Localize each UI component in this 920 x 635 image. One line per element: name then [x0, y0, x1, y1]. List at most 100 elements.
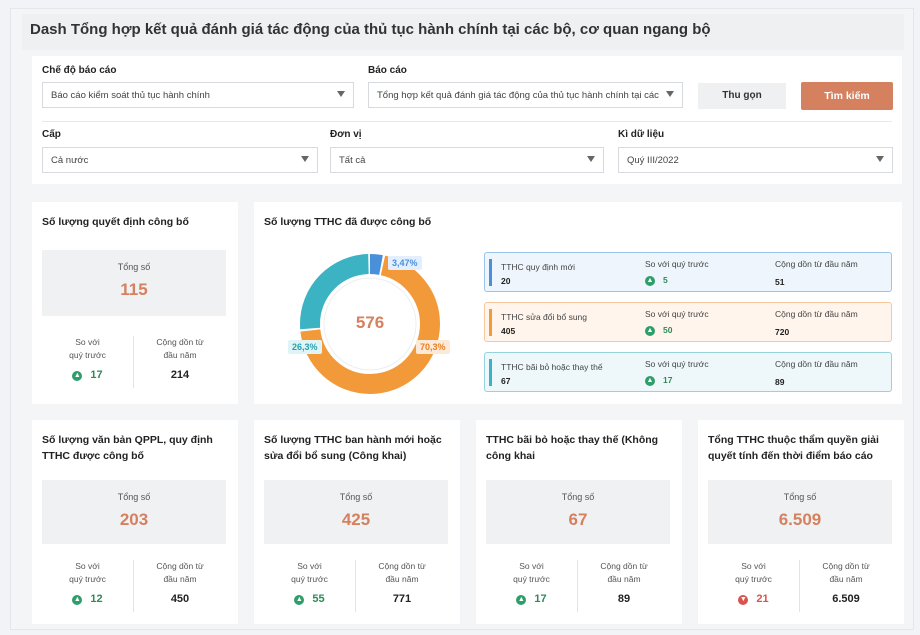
- legend-color-bar: [489, 309, 492, 336]
- cumulative-label: Cộng dồn từ: [378, 561, 426, 571]
- cumulative-stat: Cộng dồn từ đầu năm 89: [578, 560, 670, 612]
- donut-label-removed: 26,3%: [288, 340, 322, 354]
- search-button[interactable]: Tìm kiếm: [801, 82, 893, 110]
- legend-row-value: 67: [501, 376, 511, 386]
- cumulative-stat: Cộng dồn từ đầu năm 6.509: [800, 560, 892, 612]
- cumulative-stat: Cộng dồn từ đầu năm 450: [134, 560, 226, 612]
- report-mode-select[interactable]: Báo cáo kiểm soát thủ tục hành chính: [42, 82, 354, 108]
- summary-card-title-line2: TTHC được công bố: [42, 450, 144, 462]
- arrow-up-icon: ▲: [645, 376, 655, 386]
- cumulative-label-line2: đầu năm: [607, 574, 641, 584]
- summary-stats: So với quý trước ▲ 55 Cộng dồn từ đầu năm 771: [264, 560, 448, 612]
- total-value: 425: [341, 510, 371, 529]
- summary-total-box: Tổng số 425: [264, 480, 448, 544]
- summary-card-title: Tổng TTHC thuộc thẩm quyền giải quyết tín…: [708, 432, 879, 464]
- total-label: Tổng số: [117, 262, 151, 272]
- summary-card-title-line1: Số lượng văn bản QPPL, quy định: [42, 434, 213, 446]
- cumulative-label: Cộng dồn từ: [600, 561, 648, 571]
- tthc-card-title: Số lượng TTHC đã được công bố: [264, 216, 432, 228]
- report-mode-value: Báo cáo kiểm soát thủ tục hành chính: [51, 90, 210, 101]
- chevron-down-icon: [337, 91, 345, 97]
- donut-center-total: 576: [355, 313, 385, 332]
- decisions-card-title: Số lượng quyết định công bố: [42, 216, 189, 228]
- summary-stats: So với quý trước ▲ 12 Cộng dồn từ đầu năm 450: [42, 560, 226, 612]
- compare-label-line2: quý trước: [291, 574, 328, 584]
- compare-label: So với: [75, 561, 100, 571]
- summary-card-title: TTHC bãi bỏ hoặc thay thế (Không công kha…: [486, 432, 658, 464]
- summary-card-title: Số lượng văn bản QPPL, quy định TTHC được…: [42, 432, 213, 464]
- total-label: Tổng số: [783, 492, 817, 502]
- arrow-up-icon: ▲: [72, 371, 83, 381]
- report-select[interactable]: Tổng hợp kết quả đánh giá tác động của t…: [368, 82, 683, 108]
- cumulative-value: 6.509: [832, 593, 860, 605]
- cumulative-label-line2: đầu năm: [163, 574, 197, 584]
- unit-value: Tất cả: [339, 155, 366, 166]
- tthc-donut-chart: 576 3,47% 70,3% 26,3%: [282, 248, 458, 400]
- summary-card: Số lượng văn bản QPPL, quy định TTHC được…: [32, 420, 238, 624]
- cumulative-stat: Cộng dồn từ đầu năm 214: [134, 336, 226, 388]
- legend-row-cum: 89: [775, 377, 785, 387]
- cumulative-label: Cộng dồn từ: [156, 337, 204, 347]
- legend-row-name: TTHC sửa đổi bổ sung: [501, 312, 588, 322]
- total-label: Tổng số: [561, 492, 595, 502]
- summary-stats: So với quý trước ▲ 17 Cộng dồn từ đầu năm 89: [486, 560, 670, 612]
- period-label: Kì dữ liệu: [618, 129, 665, 140]
- arrow-up-icon: ▲: [72, 595, 83, 605]
- level-value: Cả nước: [51, 155, 89, 166]
- summary-card-title-line1: Số lượng TTHC ban hành mới hoặc: [264, 434, 442, 446]
- tthc-legend-row: TTHC bãi bỏ hoặc thay thế 67 So với quý tr…: [484, 352, 892, 392]
- level-select[interactable]: Cả nước: [42, 147, 318, 173]
- compare-stat: So với quý trước ▼ 21: [708, 560, 800, 612]
- cumulative-value: 771: [392, 593, 412, 605]
- total-value: 115: [120, 280, 148, 299]
- legend-row-compare-label: So với quý trước: [645, 309, 709, 319]
- summary-card: Tổng TTHC thuộc thẩm quyền giải quyết tín…: [698, 420, 904, 624]
- donut-label-new: 3,47%: [388, 256, 422, 270]
- legend-row-name: TTHC quy định mới: [501, 262, 576, 272]
- compare-label-line2: quý trước: [735, 574, 772, 584]
- summary-card-title-line2: sửa đổi bổ sung (Công khai): [264, 450, 407, 462]
- legend-row-compare: 50: [663, 325, 673, 335]
- compare-label: So với: [75, 337, 100, 347]
- total-value: 67: [568, 510, 588, 529]
- summary-card-title-line2: quyết tính đến thời điểm báo cáo: [708, 450, 873, 462]
- summary-total-box: Tổng số 67: [486, 480, 670, 544]
- cumulative-label: Cộng dồn từ: [156, 561, 204, 571]
- filter-divider: [42, 121, 892, 122]
- period-value: Quý III/2022: [627, 155, 679, 166]
- level-label: Cấp: [42, 129, 61, 140]
- summary-card: TTHC bãi bỏ hoặc thay thế (Không công kha…: [476, 420, 682, 624]
- compare-stat: So với quý trước ▲ 12: [42, 560, 134, 612]
- total-value: 203: [119, 510, 149, 529]
- legend-row-value: 405: [501, 326, 516, 336]
- legend-color-bar: [489, 359, 492, 386]
- summary-card-title-line1: TTHC bãi bỏ hoặc thay thế (Không: [486, 434, 659, 446]
- cumulative-value: 214: [170, 369, 190, 381]
- unit-select[interactable]: Tất cả: [330, 147, 604, 173]
- decisions-total-box: Tổng số 115: [42, 250, 226, 316]
- summary-total-box: Tổng số 203: [42, 480, 226, 544]
- compare-stat: So với quý trước ▲ 17: [486, 560, 578, 612]
- unit-label: Đơn vị: [330, 129, 362, 140]
- arrow-down-icon: ▼: [738, 595, 749, 605]
- legend-row-cum: 51: [775, 277, 785, 287]
- compare-stat: So với quý trước ▲ 17: [42, 336, 134, 388]
- chevron-down-icon: [301, 156, 309, 162]
- legend-row-cum-label: Cộng dồn từ đầu năm: [775, 309, 858, 319]
- compare-value: 55: [312, 593, 325, 605]
- decisions-stats: So với quý trước ▲ 17 Cộng dồn từ đầu năm 2…: [42, 336, 226, 388]
- page-title: Dash Tổng hợp kết quả đánh giá tác động …: [30, 21, 711, 38]
- arrow-up-icon: ▲: [516, 595, 527, 605]
- compare-value: 17: [534, 593, 547, 605]
- summary-total-box: Tổng số 6.509: [708, 480, 892, 544]
- summary-card: Số lượng TTHC ban hành mới hoặc sửa đổi b…: [254, 420, 460, 624]
- compare-label-line2: quý trước: [513, 574, 550, 584]
- arrow-up-icon: ▲: [645, 326, 655, 336]
- arrow-up-icon: ▲: [645, 276, 655, 286]
- cumulative-label-line2: đầu năm: [163, 350, 197, 360]
- compare-value: 21: [756, 593, 769, 605]
- collapse-button[interactable]: Thu gọn: [698, 83, 786, 109]
- period-select[interactable]: Quý III/2022: [618, 147, 893, 173]
- cumulative-label-line2: đầu năm: [385, 574, 419, 584]
- chevron-down-icon: [587, 156, 595, 162]
